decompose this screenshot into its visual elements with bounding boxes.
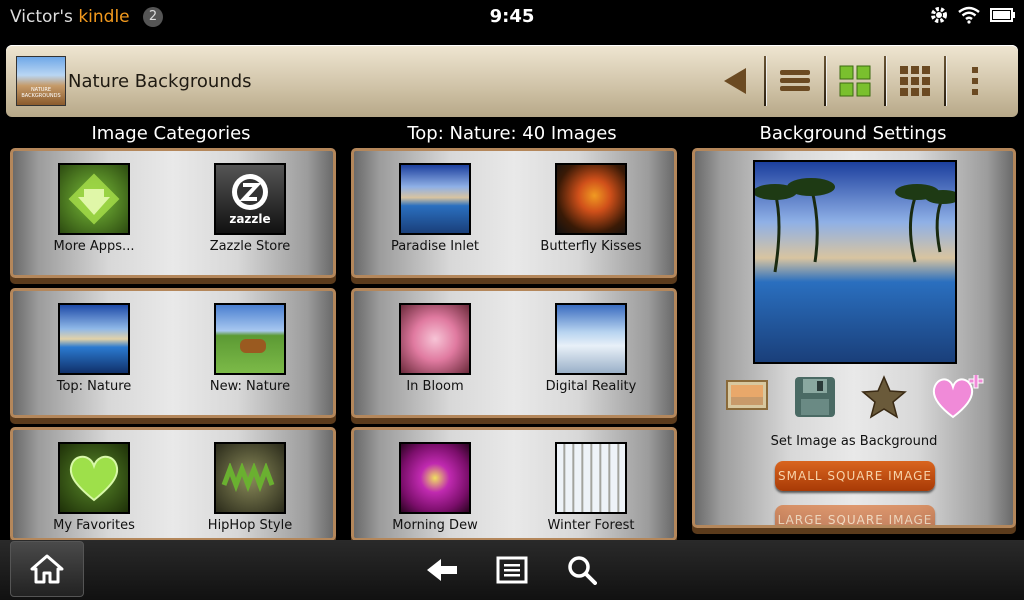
app-icon-text: NATURE BACKGROUNDS [21, 87, 61, 99]
back-nav-button[interactable] [424, 552, 460, 588]
image-label: In Bloom [406, 379, 464, 394]
category-row: Top: Nature New: Nature [10, 288, 336, 418]
image-tile[interactable]: Paradise Inlet [360, 163, 510, 254]
selected-image-preview [753, 160, 961, 364]
category-label: More Apps... [53, 239, 135, 254]
image-label: Winter Forest [547, 518, 635, 533]
triangle-left-icon [724, 68, 746, 94]
image-tile[interactable]: In Bloom [360, 303, 510, 394]
image-row: Paradise Inlet Butterfly Kisses [351, 148, 677, 278]
image-picture-icon[interactable] [725, 375, 769, 423]
system-nav-bar [0, 540, 1024, 600]
search-nav-button[interactable] [564, 552, 600, 588]
settings-heading: Background Settings [759, 123, 947, 144]
category-label: HipHop Style [207, 518, 293, 533]
category-tile[interactable]: New: Nature [175, 303, 325, 394]
status-icons [930, 6, 1016, 28]
morning-dew-thumbnail [399, 442, 471, 514]
add-heart-icon[interactable] [931, 373, 985, 423]
image-tile[interactable]: Winter Forest [516, 442, 666, 533]
grid-large-icon [839, 65, 871, 97]
category-label: Top: Nature [56, 379, 132, 394]
back-button[interactable] [706, 55, 764, 107]
image-row: In Bloom Digital Reality [351, 288, 677, 418]
menu-icon [496, 556, 528, 584]
categories-heading: Image Categories [91, 123, 251, 144]
image-tile[interactable]: Morning Dew [360, 442, 510, 533]
category-label: My Favorites [53, 518, 135, 533]
category-tile[interactable]: Top: Nature [19, 303, 169, 394]
grid-small-icon [900, 66, 930, 96]
toolbar [706, 55, 1004, 107]
image-tile[interactable]: Butterfly Kisses [516, 163, 666, 254]
clock: 9:45 [489, 6, 535, 27]
in-bloom-thumbnail [399, 303, 471, 375]
zazzle-logo-icon: zazzle [214, 163, 286, 235]
search-icon [568, 556, 597, 585]
list-view-button[interactable] [766, 55, 824, 107]
category-tile[interactable]: HipHop Style [175, 442, 325, 533]
floppy-save-icon[interactable] [793, 375, 837, 423]
category-label: Zazzle Store [209, 239, 291, 254]
set-background-label: Set Image as Background [770, 434, 938, 449]
image-label: Paradise Inlet [390, 239, 480, 254]
winter-forest-thumbnail [555, 442, 627, 514]
star-favorite-icon[interactable] [861, 375, 907, 423]
list-icon [780, 70, 810, 91]
category-tile[interactable]: zazzle Zazzle Store [175, 163, 325, 254]
back-arrow-icon [427, 559, 457, 581]
small-grid-view-button[interactable] [886, 55, 944, 107]
image-label: Digital Reality [545, 379, 637, 394]
image-label: Morning Dew [392, 518, 478, 533]
top-nature-thumbnail [58, 303, 130, 375]
app-icon: NATURE BACKGROUNDS [16, 56, 66, 106]
category-tile[interactable]: More Apps... [19, 163, 169, 254]
home-button[interactable] [10, 541, 84, 597]
wifi-icon[interactable] [958, 6, 980, 28]
image-label: Butterfly Kisses [540, 239, 642, 254]
horse-thumbnail [214, 303, 286, 375]
image-row: Morning Dew Winter Forest [351, 427, 677, 541]
category-row: My Favorites HipHop Style [10, 427, 336, 541]
menu-nav-button[interactable] [494, 552, 530, 588]
grid-view-button[interactable] [826, 55, 884, 107]
large-square-image-button[interactable]: LARGE SQUARE IMAGE [775, 505, 935, 525]
category-row: More Apps... zazzle Zazzle Store [10, 148, 336, 278]
image-tile[interactable]: Digital Reality [516, 303, 666, 394]
paradise-inlet-thumbnail [399, 163, 471, 235]
more-vertical-icon [972, 67, 978, 95]
zazzle-logo-text: zazzle [229, 212, 271, 226]
heart-icon [58, 442, 130, 514]
download-arrow-icon [58, 163, 130, 235]
category-label: New: Nature [209, 379, 291, 394]
app-header: NATURE BACKGROUNDS Nature Backgrounds [6, 45, 1018, 117]
butterfly-thumbnail [555, 163, 627, 235]
action-icons [725, 373, 985, 423]
images-heading: Top: Nature: 40 Images [407, 123, 617, 144]
overflow-menu-button[interactable] [946, 55, 1004, 107]
status-bar: Victor's kindle 2 9:45 [0, 0, 1024, 34]
battery-icon[interactable] [990, 7, 1016, 27]
graffiti-thumbnail [214, 442, 286, 514]
home-icon [30, 554, 64, 584]
background-settings-panel: Set Image as Background SMALL SQUARE IMA… [692, 148, 1016, 528]
palm-trees-image [753, 178, 961, 273]
gear-icon[interactable] [930, 6, 948, 28]
category-tile[interactable]: My Favorites [19, 442, 169, 533]
small-square-image-button[interactable]: SMALL SQUARE IMAGE [775, 461, 935, 491]
app-title: Nature Backgrounds [68, 71, 252, 92]
digital-reality-thumbnail [555, 303, 627, 375]
